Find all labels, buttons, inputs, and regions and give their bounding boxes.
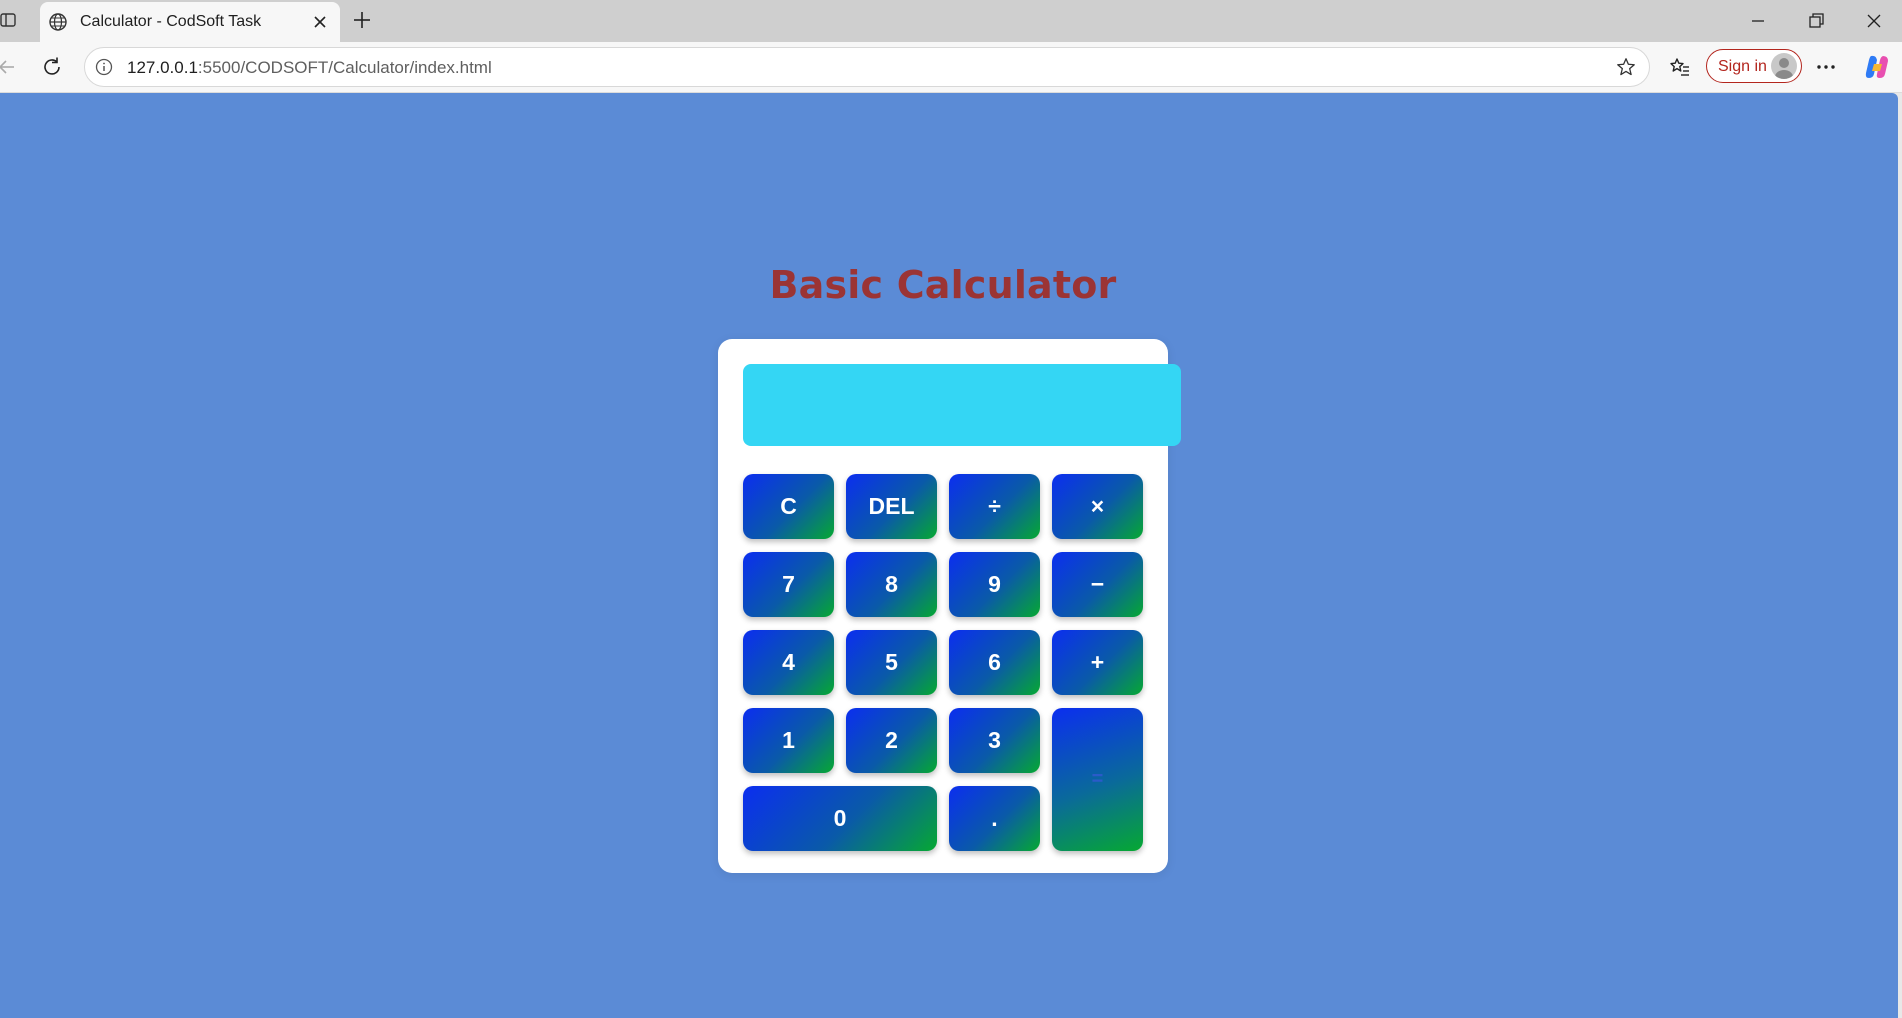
divide-button[interactable]: ÷ <box>949 474 1040 539</box>
digit-0-button[interactable]: 0 <box>743 786 937 851</box>
calculator: C DEL ÷ × 7 8 9 − 4 5 6 + 1 2 3 = 0 . <box>718 339 1181 873</box>
equals-button[interactable]: = <box>1052 708 1143 851</box>
user-avatar-icon <box>1775 58 1793 79</box>
digit-1-button[interactable]: 1 <box>743 708 834 773</box>
add-button[interactable]: + <box>1052 630 1143 695</box>
tab-title: Calculator - CodSoft Task <box>80 13 262 30</box>
clear-button[interactable]: C <box>743 474 834 539</box>
url-host: 127.0.0.1 <box>127 58 198 77</box>
sign-in-button[interactable]: Sign in <box>1706 49 1802 83</box>
restore-icon[interactable] <box>1804 9 1828 33</box>
digit-2-button[interactable]: 2 <box>846 708 937 773</box>
digit-9-button[interactable]: 9 <box>949 552 1040 617</box>
subtract-button[interactable]: − <box>1052 552 1143 617</box>
back-icon[interactable] <box>0 55 20 79</box>
browser-tab-bar: Calculator - CodSoft Task <box>0 0 1902 42</box>
close-tab-icon[interactable] <box>310 12 330 32</box>
site-info-icon[interactable] <box>95 58 113 76</box>
delete-button[interactable]: DEL <box>846 474 937 539</box>
page-title: Basic Calculator <box>769 263 1117 307</box>
more-options-icon[interactable] <box>1814 55 1838 79</box>
avatar <box>1771 53 1797 79</box>
close-window-icon[interactable] <box>1862 9 1886 33</box>
digit-5-button[interactable]: 5 <box>846 630 937 695</box>
digit-8-button[interactable]: 8 <box>846 552 937 617</box>
url-text[interactable]: 127.0.0.1:5500/CODSOFT/Calculator/index.… <box>127 58 492 78</box>
calculator-display[interactable] <box>743 364 1181 446</box>
browser-tab[interactable]: Calculator - CodSoft Task <box>40 2 340 42</box>
digit-4-button[interactable]: 4 <box>743 630 834 695</box>
favorite-star-icon[interactable] <box>1615 56 1637 78</box>
favorites-icon[interactable] <box>1668 55 1692 79</box>
sidebar-toggle-icon[interactable] <box>0 12 16 28</box>
globe-icon <box>49 13 67 31</box>
digit-7-button[interactable]: 7 <box>743 552 834 617</box>
copilot-icon[interactable] <box>1862 52 1892 82</box>
address-bar[interactable]: 127.0.0.1:5500/CODSOFT/Calculator/index.… <box>84 47 1650 87</box>
decimal-button[interactable]: . <box>949 786 1040 851</box>
digit-6-button[interactable]: 6 <box>949 630 1040 695</box>
digit-3-button[interactable]: 3 <box>949 708 1040 773</box>
browser-toolbar: 127.0.0.1:5500/CODSOFT/Calculator/index.… <box>0 42 1902 93</box>
minimize-icon[interactable] <box>1746 9 1770 33</box>
reload-icon[interactable] <box>40 55 64 79</box>
new-tab-icon[interactable] <box>350 8 374 32</box>
page-viewport: Basic Calculator C DEL ÷ × 7 8 9 − 4 5 6… <box>0 93 1898 1018</box>
url-path: :5500/CODSOFT/Calculator/index.html <box>197 58 492 77</box>
sign-in-label: Sign in <box>1718 58 1767 75</box>
multiply-button[interactable]: × <box>1052 474 1143 539</box>
